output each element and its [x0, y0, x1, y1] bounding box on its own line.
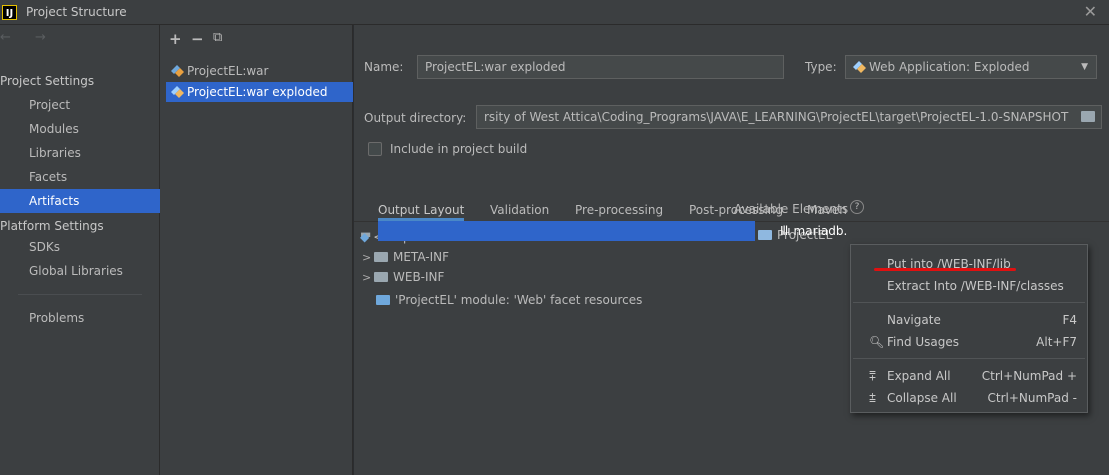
- menu-expand-all[interactable]: ⩱ Expand All Ctrl+NumPad +: [851, 365, 1087, 387]
- menu-separator: [853, 302, 1085, 303]
- include-in-build-checkbox[interactable]: [368, 142, 382, 156]
- artifact-item-war-exploded[interactable]: ProjectEL:war exploded: [166, 82, 353, 102]
- output-directory-field[interactable]: rsity of West Attica\Coding_Programs\JAV…: [476, 105, 1102, 129]
- war-exploded-artifact-icon: [171, 86, 184, 98]
- menu-collapse-all[interactable]: ⩲ Collapse All Ctrl+NumPad -: [851, 387, 1087, 409]
- jar-library-icon: Illı: [780, 224, 791, 238]
- copy-artifact-button[interactable]: ⧉: [213, 30, 222, 45]
- back-forward-arrows[interactable]: ← →: [0, 30, 56, 45]
- nav-item-modules[interactable]: Modules: [0, 117, 160, 141]
- tree-item-label: WEB-INF: [393, 270, 445, 284]
- remove-artifact-button[interactable]: −: [191, 30, 204, 48]
- artifact-item-war[interactable]: ProjectEL:war: [166, 61, 353, 81]
- artifacts-list-panel: + − ⧉ ProjectEL:war ProjectEL:war explod…: [160, 25, 353, 475]
- chevron-down-icon: ▼: [1081, 62, 1088, 72]
- menu-extract-into-classes[interactable]: Extract Into /WEB-INF/classes: [851, 275, 1087, 297]
- menu-label: Navigate: [887, 313, 941, 327]
- nav-divider: [18, 294, 142, 295]
- search-icon: 🔍︎: [869, 335, 885, 349]
- title-bar: IJ Project Structure ✕: [0, 0, 1109, 25]
- include-in-build-label: Include in project build: [390, 142, 528, 156]
- menu-put-into-web-inf-lib[interactable]: Put into /WEB-INF/lib: [851, 253, 1087, 275]
- menu-label: Expand All: [887, 369, 951, 383]
- project-folder-icon: [758, 230, 772, 240]
- nav-item-artifacts[interactable]: Artifacts: [0, 189, 160, 213]
- intellij-app-icon: IJ: [2, 5, 17, 20]
- folder-icon: [374, 272, 388, 282]
- browse-folder-icon[interactable]: [1081, 111, 1095, 122]
- name-label: Name:: [364, 60, 404, 74]
- help-icon[interactable]: ?: [850, 200, 864, 214]
- menu-shortcut: Alt+F7: [1036, 335, 1077, 349]
- close-icon[interactable]: ✕: [1084, 2, 1097, 21]
- tab-validation[interactable]: Validation: [490, 199, 549, 221]
- menu-shortcut: Ctrl+NumPad -: [987, 391, 1078, 405]
- folder-icon: [374, 252, 388, 262]
- nav-item-global-libraries[interactable]: Global Libraries: [0, 259, 160, 283]
- type-dropdown[interactable]: Web Application: Exploded ▼: [845, 55, 1097, 79]
- settings-nav: ← → Project Settings Project Modules Lib…: [0, 25, 160, 475]
- jar-label: mariadb.: [793, 224, 848, 238]
- available-elements-label: Available Elements: [734, 202, 849, 216]
- menu-label: Collapse All: [887, 391, 957, 405]
- tab-pre-processing[interactable]: Pre-processing: [575, 199, 663, 221]
- selected-jar-row[interactable]: [378, 221, 755, 241]
- red-annotation-underline: [874, 268, 1016, 271]
- web-facet-icon: [376, 295, 390, 305]
- nav-item-facets[interactable]: Facets: [0, 165, 160, 189]
- platform-settings-header: Platform Settings: [0, 219, 104, 233]
- nav-item-project[interactable]: Project: [0, 93, 160, 117]
- web-application-icon: [853, 61, 866, 73]
- tree-meta-inf[interactable]: > META-INF: [362, 247, 449, 267]
- nav-item-sdks[interactable]: SDKs: [0, 235, 160, 259]
- mariadb-jar-item[interactable]: Illı mariadb.: [780, 221, 847, 241]
- menu-separator: [853, 358, 1085, 359]
- type-value: Web Application: Exploded: [869, 60, 1030, 74]
- name-field[interactable]: ProjectEL:war exploded: [417, 55, 784, 79]
- menu-navigate[interactable]: Navigate F4: [851, 309, 1087, 331]
- output-directory-value: rsity of West Attica\Coding_Programs\JAV…: [484, 110, 1069, 124]
- tree-item-label: 'ProjectEL' module: 'Web' facet resource…: [395, 293, 643, 307]
- menu-find-usages[interactable]: 🔍︎ Find Usages Alt+F7: [851, 331, 1087, 353]
- type-label: Type:: [805, 60, 837, 74]
- artifact-label: ProjectEL:war exploded: [187, 85, 328, 99]
- project-settings-header: Project Settings: [0, 74, 95, 88]
- output-root-icon: ◆: [360, 230, 370, 244]
- tab-output-layout[interactable]: Output Layout: [378, 199, 465, 221]
- add-artifact-button[interactable]: +: [169, 30, 182, 48]
- expand-all-icon: ⩱: [869, 369, 877, 383]
- window-title: Project Structure: [26, 5, 127, 19]
- tree-web-inf[interactable]: > WEB-INF: [362, 267, 444, 287]
- artifact-label: ProjectEL:war: [187, 64, 269, 78]
- menu-shortcut: F4: [1062, 313, 1077, 327]
- nav-item-libraries[interactable]: Libraries: [0, 141, 160, 165]
- menu-label: Find Usages: [887, 335, 960, 349]
- collapse-all-icon: ⩲: [869, 391, 877, 405]
- tree-item-label: META-INF: [393, 250, 450, 264]
- nav-item-problems[interactable]: Problems: [0, 306, 160, 330]
- chevron-right-icon[interactable]: >: [362, 268, 374, 288]
- war-artifact-icon: [171, 65, 184, 77]
- tree-web-facet-resources[interactable]: 'ProjectEL' module: 'Web' facet resource…: [376, 290, 642, 310]
- output-directory-label: Output directory:: [364, 111, 467, 125]
- menu-shortcut: Ctrl+NumPad +: [981, 369, 1077, 383]
- chevron-right-icon[interactable]: >: [362, 248, 374, 268]
